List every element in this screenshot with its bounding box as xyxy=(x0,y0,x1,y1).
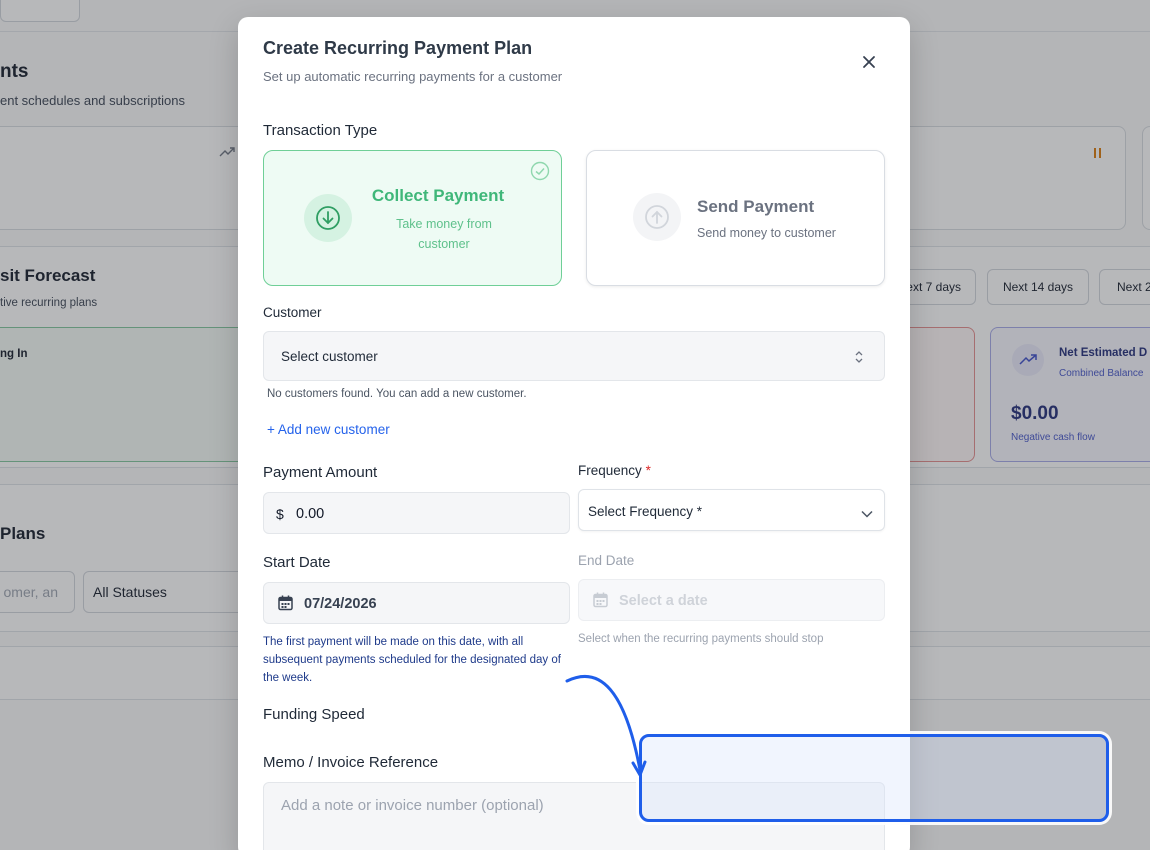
annotation-arrow xyxy=(565,675,647,777)
